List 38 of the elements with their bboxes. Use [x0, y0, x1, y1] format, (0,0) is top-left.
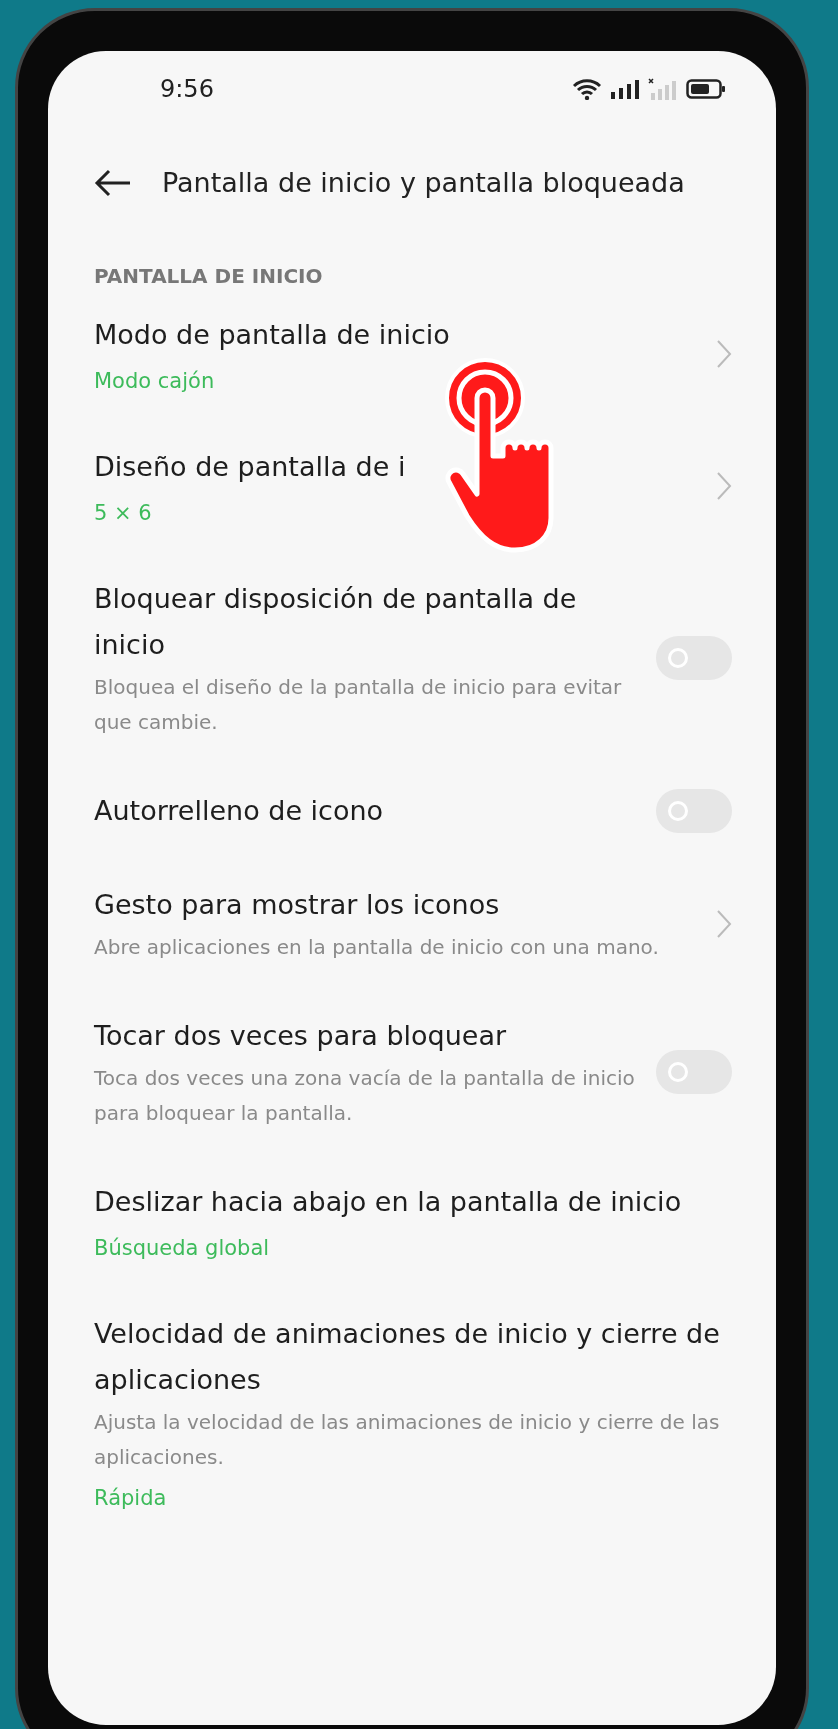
item-value: Búsqueda global	[94, 1235, 271, 1262]
settings-item[interactable]: Tocar dos veces para bloquear Toca dos veces una zona vacía de la pantalla de inicio para bloquear la pantalla.	[94, 989, 776, 1155]
item-title: Deslizar hacia abajo en la pantalla de inicio	[94, 1185, 683, 1219]
back-arrow-icon[interactable]	[94, 168, 132, 197]
toggle-switch[interactable]	[656, 789, 732, 833]
settings-item[interactable]: Velocidad de animaciones de inicio y cierre de aplicaciones Ajusta la velocidad de las animaciones de inicio y cierre de las aplicaciones. Rápida	[94, 1287, 776, 1537]
signal-icon	[610, 79, 640, 99]
battery-icon	[686, 78, 726, 100]
settings-item[interactable]: Autorrelleno de icono	[94, 764, 776, 858]
screen-title: Pantalla de inicio y pantalla bloqueada	[162, 167, 685, 198]
item-value: Rápida	[94, 1485, 168, 1512]
wifi-icon	[572, 78, 602, 100]
chevron-right-icon	[716, 339, 732, 369]
item-description: Toca dos veces una zona vacía de la pantalla de inicio para bloquear la pantalla.	[94, 1065, 636, 1127]
toggle-switch[interactable]	[656, 636, 732, 680]
item-value: Modo cajón	[94, 368, 216, 395]
item-title: Tocar dos veces para bloquear	[94, 1019, 508, 1053]
chevron-right-icon	[716, 908, 732, 939]
chevron-right-icon	[716, 471, 732, 501]
item-title: Velocidad de animaciones de inicio y cierre de aplicaciones	[94, 1317, 721, 1397]
item-title: Gesto para mostrar los iconos	[94, 888, 501, 922]
settings-item[interactable]: Deslizar hacia abajo en la pantalla de inicio Búsqueda global	[94, 1155, 776, 1287]
item-title: Modo de pantalla de inicio	[94, 318, 451, 352]
item-title: Bloquear disposición de pantalla de inicio	[94, 582, 578, 662]
section-header: PANTALLA DE INICIO	[94, 264, 324, 288]
item-value: 5 × 6	[94, 500, 153, 527]
status-time: 9:56	[160, 75, 214, 103]
item-title: Diseño de pantalla de i	[94, 450, 407, 484]
settings-item[interactable]: Diseño de pantalla de i 5 × 6	[94, 420, 776, 552]
item-description: Abre aplicaciones en la pantalla de inicio con una mano.	[94, 934, 660, 961]
settings-item[interactable]: Modo de pantalla de inicio Modo cajón	[94, 288, 776, 420]
item-title: Autorrelleno de icono	[94, 794, 385, 828]
no-signal-icon	[648, 78, 678, 100]
toggle-switch[interactable]	[656, 1050, 732, 1094]
settings-item[interactable]: Gesto para mostrar los iconos Abre aplicaciones en la pantalla de inicio con una mano.	[94, 858, 776, 989]
settings-item[interactable]: Bloquear disposición de pantalla de inicio Bloquea el diseño de la pantalla de inicio para evitar que cambie.	[94, 552, 776, 764]
item-description: Bloquea el diseño de la pantalla de inicio para evitar que cambie.	[94, 674, 623, 736]
item-description: Ajusta la velocidad de las animaciones de inicio y cierre de las aplicaciones.	[94, 1409, 721, 1471]
